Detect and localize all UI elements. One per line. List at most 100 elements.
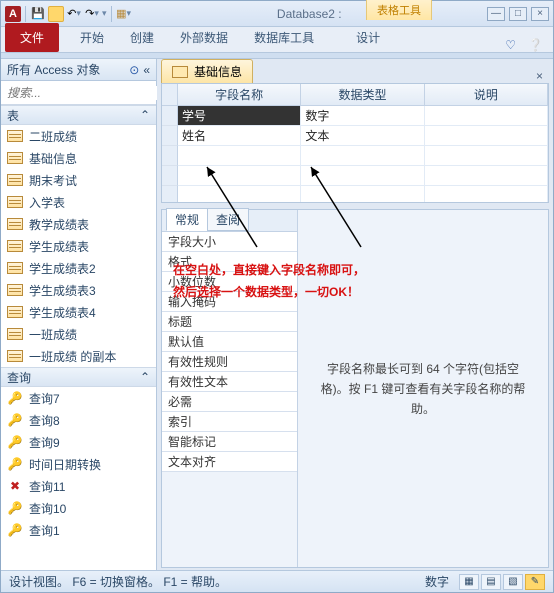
tab-lookup[interactable]: 查阅 [207,208,249,231]
prop-row[interactable]: 索引 [162,412,297,432]
nav-item-query[interactable]: 🔑查询9 [1,431,156,453]
prop-row[interactable]: 有效性文本 [162,372,297,392]
qat-customize-icon[interactable]: ▾ [102,8,107,19]
row-selector[interactable] [162,166,178,186]
cell-datatype[interactable] [301,186,424,203]
nav-item-table[interactable]: 学生成绩表3 [1,279,156,301]
search-input[interactable] [7,86,164,100]
tab-create[interactable]: 创建 [117,23,167,52]
nav-item-table[interactable]: 学生成绩表2 [1,257,156,279]
tab-design[interactable]: 设计 [343,23,393,52]
nav-item-table[interactable]: 一班成绩 的副本 [1,345,156,367]
row-selector[interactable] [162,146,178,166]
cell-desc[interactable] [425,166,548,186]
prop-row[interactable]: 标题 [162,312,297,332]
view-pivot-button[interactable]: ▤ [481,574,501,590]
nav-item-table[interactable]: 教学成绩表 [1,213,156,235]
table-row[interactable] [162,146,548,166]
prop-row[interactable]: 输入掩码 [162,292,297,312]
prop-row[interactable]: 字段大小 [162,232,297,252]
nav-item-table[interactable]: 一班成绩 [1,323,156,345]
nav-item-label: 入学表 [29,194,65,211]
prop-row[interactable]: 智能标记 [162,432,297,452]
table-row[interactable] [162,166,548,186]
nav-group-tables[interactable]: 表⌃ [1,105,156,125]
cell-fieldname[interactable]: 姓名 [178,126,301,146]
nav-item-query[interactable]: ✖查询11 [1,475,156,497]
prop-row[interactable]: 有效性规则 [162,352,297,372]
nav-item-query[interactable]: 🔑时间日期转换 [1,453,156,475]
prop-row[interactable]: 文本对齐 [162,452,297,472]
nav-item-label: 学生成绩表3 [29,282,96,299]
nav-item-label: 查询8 [29,412,60,429]
prop-row[interactable]: 默认值 [162,332,297,352]
home-icon[interactable] [48,6,64,22]
cell-fieldname[interactable] [178,166,301,186]
cell-fieldname[interactable]: 学号 [178,106,301,126]
table-row[interactable]: 学号数字 [162,106,548,126]
cell-fieldname[interactable] [178,186,301,203]
cell-desc[interactable] [425,126,548,146]
prop-label: 字段大小 [162,233,222,250]
row-selector[interactable] [162,106,178,126]
col-datatype[interactable]: 数据类型 [301,84,424,105]
cell-datatype[interactable]: 数字 [301,106,424,126]
cell-fieldname[interactable] [178,146,301,166]
app-window: 表格工具 A 💾 ↶▾ ↷▾ ▾ ▦▾ Database2 : — □ × 文件… [0,0,554,593]
cell-desc[interactable] [425,146,548,166]
row-selector[interactable] [162,126,178,146]
nav-item-table[interactable]: 学生成绩表4 [1,301,156,323]
nav-item-table[interactable]: 学生成绩表 [1,235,156,257]
tab-home[interactable]: 开始 [67,23,117,52]
prop-label: 输入掩码 [162,293,222,310]
cell-desc[interactable] [425,106,548,126]
prop-rows: 字段大小格式小数位数输入掩码标题默认值有效性规则有效性文本必需索引智能标记文本对… [162,232,297,472]
nav-item-label: 学生成绩表2 [29,260,96,277]
nav-item-query[interactable]: 🔑查询1 [1,519,156,541]
view-chart-button[interactable]: ▧ [503,574,523,590]
tab-external[interactable]: 外部数据 [167,23,241,52]
row-selector[interactable] [162,186,178,203]
maximize-button[interactable]: □ [509,7,527,21]
prop-row[interactable]: 小数位数 [162,272,297,292]
col-desc[interactable]: 说明 [425,84,548,105]
help-dropdown-icon[interactable]: ❔ [522,38,549,52]
tab-dbtools[interactable]: 数据库工具 [241,23,327,52]
nav-group-queries[interactable]: 查询⌃ [1,367,156,387]
close-doc-icon[interactable]: × [530,69,549,83]
cell-datatype[interactable] [301,166,424,186]
view-design-button[interactable]: ✎ [525,574,545,590]
file-tab[interactable]: 文件 [5,23,59,52]
cell-desc[interactable] [425,186,548,203]
cell-datatype[interactable]: 文本 [301,126,424,146]
nav-header[interactable]: 所有 Access 对象 ⊙ « [1,59,156,81]
query-icon: 🔑 [7,391,23,405]
cell-datatype[interactable] [301,146,424,166]
doc-tab-active[interactable]: 基础信息 [161,59,253,83]
help-icon[interactable]: ♡ [499,38,522,52]
table-datasheet-icon[interactable]: ▦▾ [116,6,132,22]
nav-item-query[interactable]: 🔑查询8 [1,409,156,431]
view-datasheet-button[interactable]: ▦ [459,574,479,590]
table-row[interactable] [162,186,548,203]
nav-item-table[interactable]: 期末考试 [1,169,156,191]
prop-row[interactable]: 格式 [162,252,297,272]
close-button[interactable]: × [531,7,549,21]
undo-icon[interactable]: ↶▾ [66,6,82,22]
nav-item-table[interactable]: 基础信息 [1,147,156,169]
redo-icon[interactable]: ↷▾ [84,6,100,22]
save-icon[interactable]: 💾 [30,6,46,22]
nav-item-query[interactable]: 🔑查询7 [1,387,156,409]
col-fieldname[interactable]: 字段名称 [178,84,301,105]
prop-row[interactable]: 必需 [162,392,297,412]
table-row[interactable]: 姓名文本 [162,126,548,146]
collapse-icon[interactable]: « [143,63,150,77]
tab-general[interactable]: 常规 [166,208,208,231]
collapse-group-icon: ⌃ [140,108,150,122]
nav-item-table[interactable]: 二班成绩 [1,125,156,147]
nav-item-label: 一班成绩 [29,326,77,343]
nav-item-query[interactable]: 🔑查询10 [1,497,156,519]
query-icon: ✖ [7,479,23,493]
minimize-button[interactable]: — [487,7,505,21]
nav-item-table[interactable]: 入学表 [1,191,156,213]
